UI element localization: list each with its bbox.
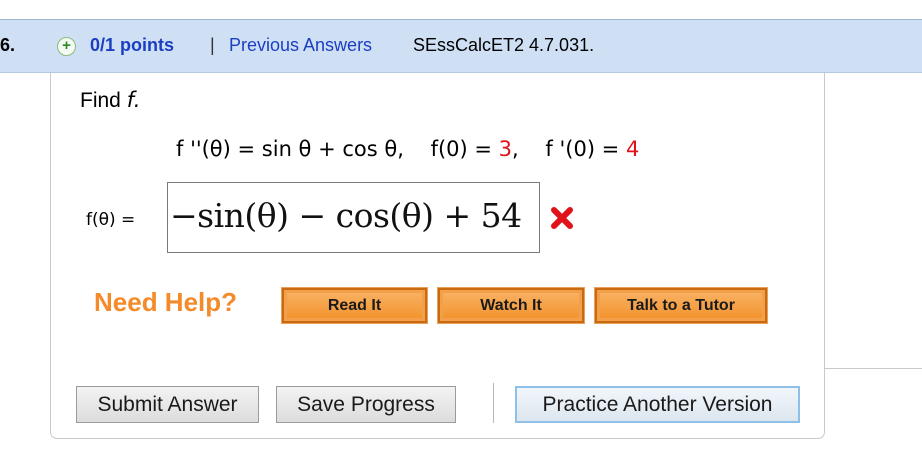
button-divider	[493, 383, 494, 423]
plus-icon[interactable]: +	[57, 37, 76, 56]
equation-part-1: f ''(θ) = sin θ + cos θ, f(0) =	[176, 137, 499, 161]
watch-it-button[interactable]: Watch It	[437, 287, 585, 324]
question-reference: SEssCalcET2 4.7.031.	[413, 35, 595, 55]
answer-value: −sin(θ) − cos(θ) + 54	[170, 196, 522, 235]
submit-answer-button[interactable]: Submit Answer	[76, 386, 259, 423]
read-it-button[interactable]: Read It	[281, 287, 428, 324]
header-separator: |	[210, 35, 215, 55]
equation: f ''(θ) = sin θ + cos θ, f(0) = 3, f '(0…	[176, 137, 639, 161]
save-progress-button[interactable]: Save Progress	[276, 386, 456, 423]
answer-label: f(θ) =	[86, 210, 136, 230]
talk-to-tutor-button[interactable]: Talk to a Tutor	[594, 287, 768, 324]
initial-value-2: 4	[625, 137, 640, 161]
prompt-text: Find	[80, 89, 127, 112]
practice-another-version-button[interactable]: Practice Another Version	[515, 386, 800, 423]
question-header: 6. + 0/1 points | Previous Answers SEssC…	[0, 19, 922, 73]
question-body	[50, 73, 825, 439]
red-x-icon	[551, 207, 573, 229]
answer-input[interactable]: −sin(θ) − cos(θ) + 54	[167, 182, 540, 253]
question-number: 6.	[0, 35, 16, 55]
divider-line	[825, 368, 922, 369]
initial-value-1: 3	[498, 137, 513, 161]
previous-answers-link[interactable]: Previous Answers	[229, 35, 372, 56]
points-link[interactable]: 0/1 points	[90, 35, 174, 56]
need-help-label: Need Help?	[94, 287, 238, 317]
prompt-variable: f.	[126, 88, 141, 112]
equation-part-2: , f '(0) =	[512, 137, 626, 161]
question-prompt: Find f.	[80, 88, 140, 113]
